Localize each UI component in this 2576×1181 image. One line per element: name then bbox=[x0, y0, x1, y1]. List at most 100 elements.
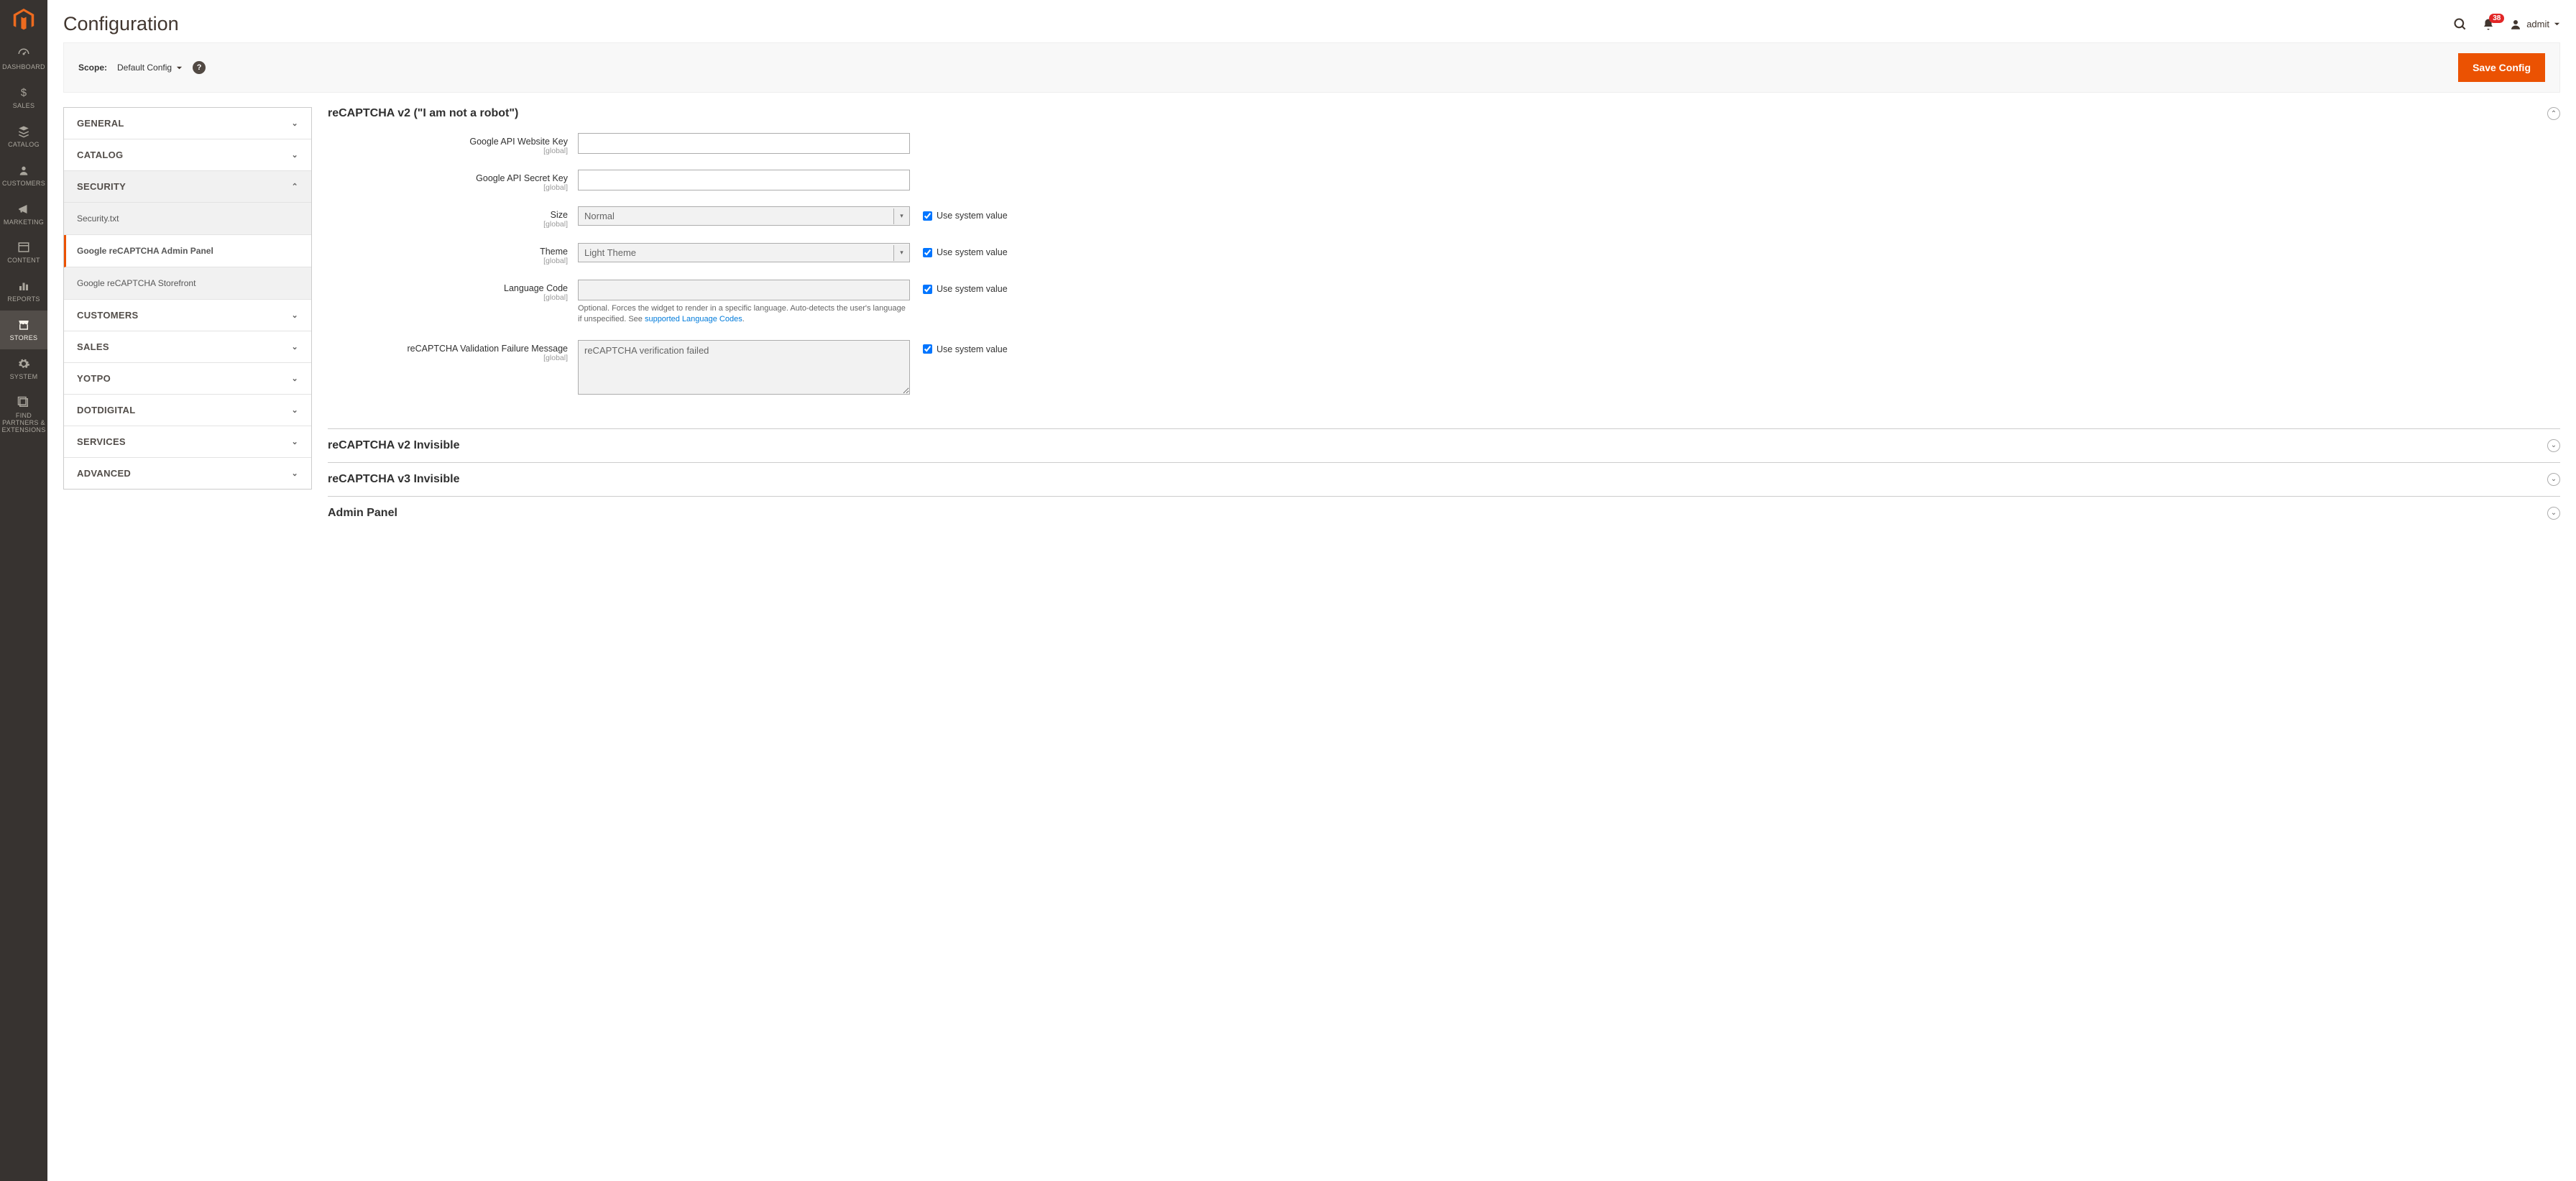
nav-sales[interactable]: $ SALES bbox=[0, 78, 47, 117]
sub-recaptcha-admin[interactable]: Google reCAPTCHA Admin Panel bbox=[64, 235, 311, 267]
tab-general[interactable]: GENERAL ⌄ bbox=[64, 108, 311, 139]
search-button[interactable] bbox=[2453, 17, 2467, 32]
section-admin-panel: Admin Panel ⌄ bbox=[328, 497, 2560, 530]
config-tabs: GENERAL ⌄ CATALOG ⌄ SECURITY ⌃ Security.… bbox=[63, 107, 312, 490]
language-use-system-checkbox[interactable] bbox=[923, 285, 932, 294]
tab-yotpo[interactable]: YOTPO ⌄ bbox=[64, 363, 311, 395]
scope-help-button[interactable]: ? bbox=[193, 61, 206, 74]
language-input[interactable] bbox=[578, 280, 910, 300]
notification-badge: 38 bbox=[2489, 14, 2504, 23]
tab-services[interactable]: SERVICES ⌄ bbox=[64, 426, 311, 458]
field-label: Google API Website Key bbox=[469, 137, 568, 147]
catalog-icon bbox=[17, 124, 30, 139]
nav-marketing[interactable]: MARKETING bbox=[0, 195, 47, 234]
chevron-down-icon: ⌄ bbox=[291, 119, 298, 128]
website-key-input[interactable] bbox=[578, 133, 910, 154]
sub-security-txt[interactable]: Security.txt bbox=[64, 203, 311, 235]
nav-content[interactable]: CONTENT bbox=[0, 233, 47, 272]
nav-label: CATALOG bbox=[8, 142, 40, 149]
theme-select[interactable]: Light Theme ▾ bbox=[578, 243, 910, 262]
field-label: Theme bbox=[540, 247, 568, 257]
nav-reports[interactable]: REPORTS bbox=[0, 272, 47, 311]
nav-label: CONTENT bbox=[7, 257, 40, 265]
search-icon bbox=[2453, 17, 2467, 32]
nav-label: REPORTS bbox=[7, 296, 40, 303]
section-recaptcha-v2-invisible: reCAPTCHA v2 Invisible ⌄ bbox=[328, 429, 2560, 463]
tab-advanced[interactable]: ADVANCED ⌄ bbox=[64, 458, 311, 489]
failure-use-system-checkbox[interactable] bbox=[923, 344, 932, 354]
chevron-down-icon: ▾ bbox=[893, 245, 909, 261]
magento-logo[interactable] bbox=[0, 0, 47, 40]
save-config-button[interactable]: Save Config bbox=[2458, 53, 2545, 82]
secret-key-input[interactable] bbox=[578, 170, 910, 190]
chevron-down-icon: ⌄ bbox=[291, 374, 298, 383]
nav-customers[interactable]: CUSTOMERS bbox=[0, 156, 47, 195]
tab-label: ADVANCED bbox=[77, 468, 131, 479]
nav-dashboard[interactable]: DASHBOARD bbox=[0, 40, 47, 78]
magento-logo-icon bbox=[12, 9, 35, 32]
nav-system[interactable]: SYSTEM bbox=[0, 349, 47, 388]
supported-languages-link[interactable]: supported Language Codes bbox=[645, 315, 742, 323]
tab-label: CUSTOMERS bbox=[77, 310, 139, 321]
field-scope: [global] bbox=[328, 147, 568, 155]
sub-recaptcha-storefront[interactable]: Google reCAPTCHA Storefront bbox=[64, 267, 311, 300]
scope-select[interactable]: Default Config bbox=[117, 63, 183, 73]
section-header-admin-panel[interactable]: Admin Panel ⌄ bbox=[328, 497, 2560, 530]
tab-sales[interactable]: SALES ⌄ bbox=[64, 331, 311, 363]
svg-text:$: $ bbox=[21, 88, 27, 98]
gear-icon bbox=[17, 357, 30, 371]
field-theme: Theme [global] Light Theme ▾ Use system … bbox=[328, 243, 2560, 265]
tab-dotdigital[interactable]: DOTDIGITAL ⌄ bbox=[64, 395, 311, 426]
section-recaptcha-v2-checkbox: reCAPTCHA v2 ("I am not a robot") ⌃ Goog… bbox=[328, 107, 2560, 429]
field-scope: [global] bbox=[328, 220, 568, 229]
security-sub-items: Security.txt Google reCAPTCHA Admin Pane… bbox=[64, 203, 311, 300]
megaphone-icon bbox=[17, 202, 30, 216]
field-label: Language Code bbox=[504, 283, 568, 293]
select-value: Light Theme bbox=[584, 247, 636, 258]
nav-stores[interactable]: STORES bbox=[0, 311, 47, 349]
section-header-v2-invisible[interactable]: reCAPTCHA v2 Invisible ⌄ bbox=[328, 429, 2560, 462]
reports-icon bbox=[17, 279, 30, 293]
field-scope: [global] bbox=[328, 183, 568, 192]
field-scope: [global] bbox=[328, 293, 568, 302]
dashboard-icon bbox=[17, 47, 30, 61]
tab-security[interactable]: SECURITY ⌃ bbox=[64, 171, 311, 203]
nav-catalog[interactable]: CATALOG bbox=[0, 117, 47, 156]
section-header-v3-invisible[interactable]: reCAPTCHA v3 Invisible ⌄ bbox=[328, 463, 2560, 496]
select-value: Normal bbox=[584, 211, 615, 221]
section-recaptcha-v3-invisible: reCAPTCHA v3 Invisible ⌄ bbox=[328, 463, 2560, 497]
chevron-down-icon bbox=[2554, 21, 2560, 27]
theme-use-system-checkbox[interactable] bbox=[923, 248, 932, 257]
section-header-v2[interactable]: reCAPTCHA v2 ("I am not a robot") ⌃ bbox=[328, 107, 2560, 133]
notifications-button[interactable]: 38 bbox=[2482, 18, 2495, 31]
size-use-system-checkbox[interactable] bbox=[923, 211, 932, 221]
chevron-down-icon: ⌄ bbox=[291, 437, 298, 446]
collapse-icon: ⌃ bbox=[2547, 107, 2560, 120]
expand-icon: ⌄ bbox=[2547, 439, 2560, 452]
content-icon bbox=[17, 240, 30, 254]
section-title: Admin Panel bbox=[328, 507, 397, 520]
tab-customers[interactable]: CUSTOMERS ⌄ bbox=[64, 300, 311, 331]
section-title: reCAPTCHA v2 ("I am not a robot") bbox=[328, 107, 518, 120]
dollar-icon: $ bbox=[18, 86, 29, 100]
fieldset-v2: Google API Website Key [global] Google A… bbox=[328, 133, 2560, 428]
tab-label: YOTPO bbox=[77, 373, 111, 384]
user-menu[interactable]: admit bbox=[2509, 18, 2560, 31]
field-size: Size [global] Normal ▾ Use system value bbox=[328, 206, 2560, 229]
chevron-down-icon: ⌄ bbox=[291, 405, 298, 415]
section-title: reCAPTCHA v3 Invisible bbox=[328, 473, 459, 486]
nav-partners[interactable]: FIND PARTNERS & EXTENSIONS bbox=[0, 388, 47, 441]
nav-label: STORES bbox=[10, 335, 38, 342]
nav-label: MARKETING bbox=[4, 219, 44, 226]
field-secret-key: Google API Secret Key [global] bbox=[328, 170, 2560, 192]
size-select[interactable]: Normal ▾ bbox=[578, 206, 910, 226]
tab-catalog[interactable]: CATALOG ⌄ bbox=[64, 139, 311, 171]
scope-label: Scope: bbox=[78, 63, 107, 73]
field-website-key: Google API Website Key [global] bbox=[328, 133, 2560, 155]
chevron-down-icon: ⌄ bbox=[291, 150, 298, 160]
field-label: Size bbox=[551, 210, 568, 220]
chevron-down-icon: ⌄ bbox=[291, 469, 298, 478]
expand-icon: ⌄ bbox=[2547, 473, 2560, 486]
nav-label: CUSTOMERS bbox=[2, 180, 45, 188]
failure-message-textarea[interactable]: reCAPTCHA verification failed bbox=[578, 340, 910, 395]
